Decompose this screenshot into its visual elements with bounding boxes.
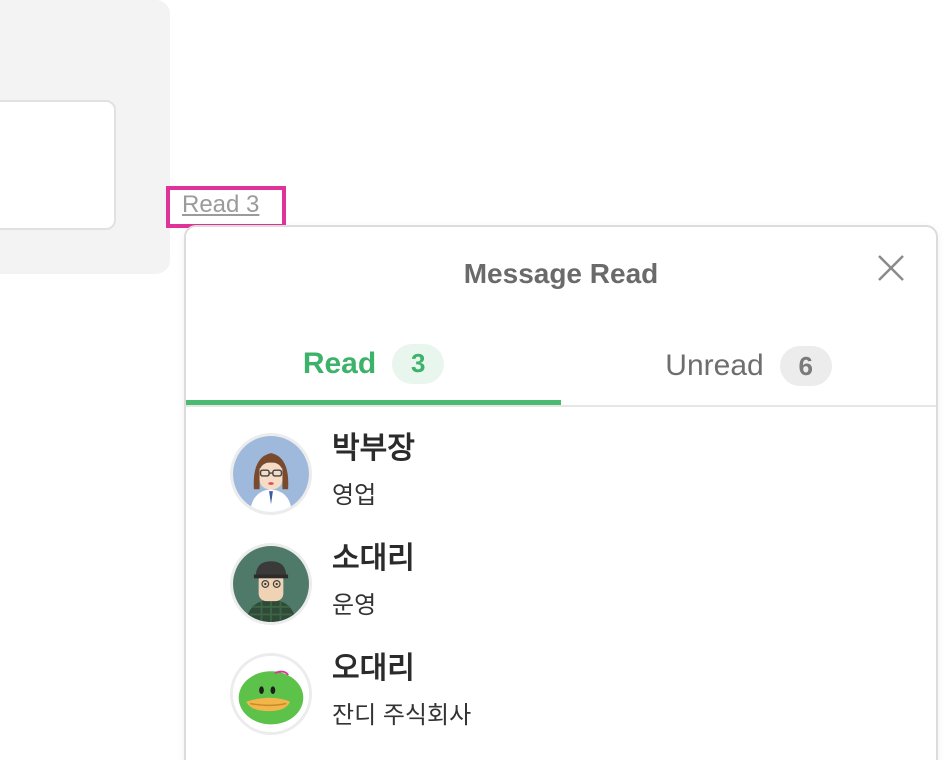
tab-read-label: Read [302, 346, 377, 380]
read-user-list: 박부장 영업 소대리 운영 오대리 잔디 주식회사 [186, 423, 936, 753]
screen: Read 3 Message Read Read 3 Unread 6 박부장 … [0, 0, 952, 760]
tab-read[interactable]: Read 3 [186, 327, 561, 405]
user-name: 소대리 [332, 542, 415, 575]
green-duck-avatar [230, 653, 312, 735]
annotation-highlight-box [166, 186, 286, 228]
tab-read-count-badge: 3 [392, 343, 445, 384]
message-read-dialog: Message Read Read 3 Unread 6 박부장 영업 소대리 … [184, 225, 938, 760]
close-icon[interactable] [876, 253, 906, 283]
list-item[interactable]: 소대리 운영 [186, 533, 936, 643]
tab-unread-count-badge: 6 [779, 346, 832, 386]
user-department: 운영 [332, 592, 377, 619]
dialog-title: Message Read [463, 258, 659, 289]
tab-unread-label: Unread [665, 349, 764, 382]
message-bubble [0, 100, 116, 230]
message-bubble-panel [0, 0, 170, 274]
user-department: 영업 [332, 482, 377, 509]
read-status-tabs: Read 3 Unread 6 [186, 327, 936, 407]
user-name: 박부장 [332, 432, 415, 465]
woman-with-glasses-avatar [230, 433, 312, 515]
user-department: 잔디 주식회사 [332, 702, 472, 729]
user-name: 오대리 [332, 652, 415, 685]
tab-unread[interactable]: Unread 6 [561, 327, 936, 405]
list-item[interactable]: 오대리 잔디 주식회사 [186, 643, 936, 753]
list-item[interactable]: 박부장 영업 [186, 423, 936, 533]
man-with-cap-avatar [230, 543, 312, 625]
